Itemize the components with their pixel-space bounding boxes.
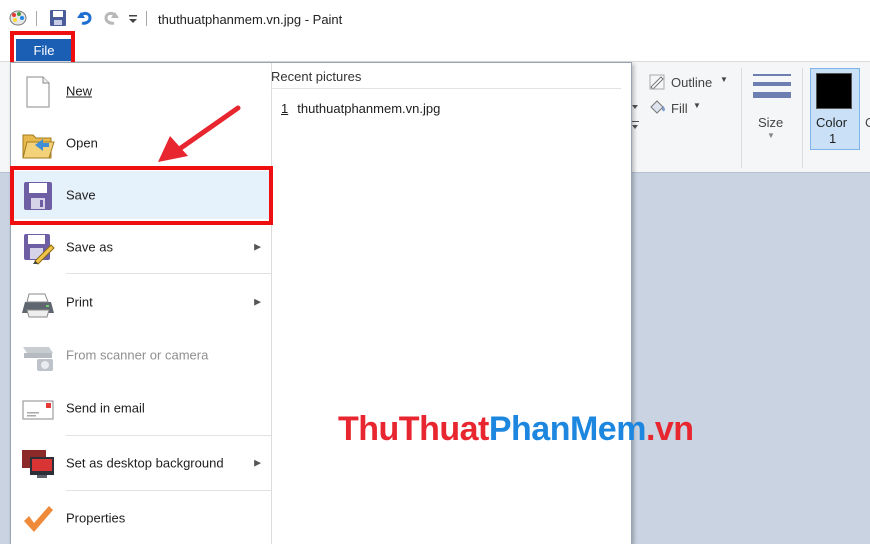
title-bar: thuthuatphanmem.vn.jpg - Paint xyxy=(0,0,870,34)
menu-item-save-as[interactable]: Save as ▶ xyxy=(11,223,271,271)
open-folder-icon xyxy=(22,134,55,159)
file-menu: New Open Save Save as ▶ Print ▶ From sca… xyxy=(10,62,632,544)
menu-item-label: Open xyxy=(66,135,98,151)
ribbon-group-divider xyxy=(802,68,803,168)
menu-item-label: From scanner or camera xyxy=(66,347,209,363)
menu-item-set-as-desktop-background[interactable]: Set as desktop background ▶ xyxy=(11,439,271,487)
recent-picture-number: 1 xyxy=(281,101,289,116)
undo-icon[interactable] xyxy=(76,9,94,27)
shapes-scroll-arrows[interactable] xyxy=(630,75,644,135)
menu-item-label: Print xyxy=(66,294,93,310)
file-tab-highlight-box xyxy=(10,31,75,66)
menu-item-send-in-email[interactable]: Send in email xyxy=(11,384,271,432)
menu-divider xyxy=(66,490,271,491)
outline-label[interactable]: Outline xyxy=(671,75,712,90)
customize-dropdown-icon[interactable] xyxy=(127,9,139,27)
window-title: thuthuatphanmem.vn.jpg - Paint xyxy=(158,12,343,27)
fill-bucket-icon[interactable] xyxy=(648,98,666,116)
menu-item-label: Properties xyxy=(66,510,126,526)
properties-check-icon xyxy=(24,506,53,532)
menu-item-label: New xyxy=(66,83,93,99)
menu-divider xyxy=(66,435,271,436)
paint-app-icon[interactable] xyxy=(8,9,28,27)
fill-label[interactable]: Fill xyxy=(671,101,688,116)
outline-dropdown-icon[interactable]: ▼ xyxy=(720,75,728,84)
menu-item-label: Save as xyxy=(66,239,113,255)
pointer-arrow-annotation xyxy=(158,105,241,162)
menu-item-properties[interactable]: Properties xyxy=(11,494,271,542)
email-icon xyxy=(22,400,54,420)
recent-picture-name: thuthuatphanmem.vn.jpg xyxy=(297,101,441,116)
color2-label-partial[interactable]: C xyxy=(865,115,870,130)
new-document-icon xyxy=(26,76,50,108)
save-as-icon xyxy=(24,234,55,265)
menu-divider xyxy=(66,273,271,274)
qat-separator xyxy=(146,11,147,26)
color1-label: Color xyxy=(816,115,848,130)
qat-separator xyxy=(36,11,37,26)
menu-item-print[interactable]: Print ▶ xyxy=(11,278,271,326)
save-highlight-box xyxy=(10,166,273,225)
menu-item-label: Set as desktop background xyxy=(66,455,224,471)
size-dropdown-icon[interactable]: ▼ xyxy=(767,131,775,140)
submenu-arrow-icon: ▶ xyxy=(254,296,261,307)
ribbon-group-divider xyxy=(741,68,742,168)
color1-number: 1 xyxy=(829,131,837,146)
ribbon-tab-strip xyxy=(0,34,870,62)
save-icon[interactable] xyxy=(49,9,67,27)
redo-icon[interactable] xyxy=(102,9,120,27)
outline-brush-icon[interactable] xyxy=(648,73,666,91)
menu-item-label: Send in email xyxy=(66,400,145,416)
recent-pictures-divider xyxy=(271,88,621,89)
size-label[interactable]: Size xyxy=(758,115,783,130)
color1-swatch xyxy=(816,73,852,109)
recent-pictures-header: Recent pictures xyxy=(271,69,362,84)
submenu-arrow-icon: ▶ xyxy=(254,241,261,252)
menu-item-from-scanner-or-camera[interactable]: From scanner or camera xyxy=(11,331,271,379)
submenu-arrow-icon: ▶ xyxy=(254,457,261,468)
size-lines-icon[interactable] xyxy=(752,72,792,108)
recent-picture-item[interactable]: 1 thuthuatphanmem.vn.jpg xyxy=(281,101,440,116)
fill-dropdown-icon[interactable]: ▼ xyxy=(693,101,701,110)
desktop-background-icon xyxy=(22,450,54,478)
scanner-camera-icon xyxy=(23,347,53,371)
watermark-logo: ThuThuatPhanMem.vn xyxy=(338,410,694,448)
printer-icon xyxy=(22,293,54,318)
